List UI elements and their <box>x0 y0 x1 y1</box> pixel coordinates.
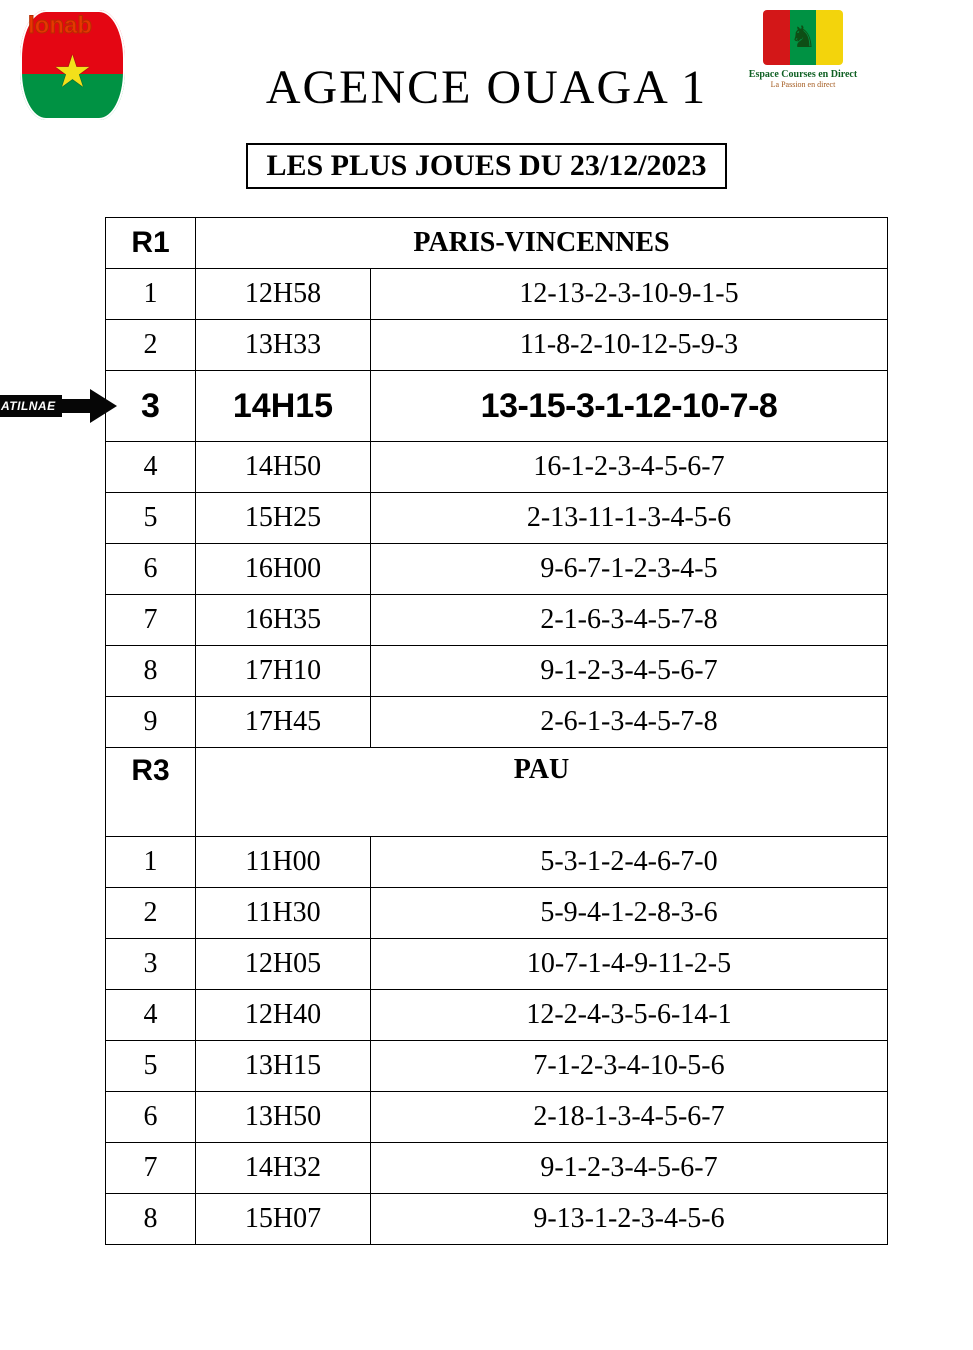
race-row: 616H009-6-7-1-2-3-4-5 <box>106 544 888 595</box>
race-picks: 12-13-2-3-10-9-1-5 <box>371 269 888 320</box>
reunion-code: R1 <box>106 218 196 269</box>
race-row: 213H3311-8-2-10-12-5-9-3 <box>106 320 888 371</box>
race-picks: 12-2-4-3-5-6-14-1 <box>371 990 888 1041</box>
race-number: 4 <box>106 442 196 493</box>
race-time: 12H58 <box>196 269 371 320</box>
race-picks: 5-9-4-1-2-8-3-6 <box>371 888 888 939</box>
race-time: 12H05 <box>196 939 371 990</box>
race-row-highlight: 314H1513-15-3-1-12-10-7-8 <box>106 371 888 442</box>
race-table: R1PARIS-VINCENNES112H5812-13-2-3-10-9-1-… <box>105 217 888 1245</box>
race-row: 111H005-3-1-2-4-6-7-0 <box>106 837 888 888</box>
race-row: 414H5016-1-2-3-4-5-6-7 <box>106 442 888 493</box>
race-picks: 9-1-2-3-4-5-6-7 <box>371 1143 888 1194</box>
venue-name: PAU <box>196 748 888 837</box>
race-time: 14H15 <box>196 371 371 442</box>
race-number: 2 <box>106 888 196 939</box>
ecd-flag-icon: ♞ <box>763 10 843 65</box>
subtitle-box: LES PLUS JOUES DU 23/12/2023 <box>246 143 726 189</box>
race-picks: 9-13-1-2-3-4-5-6 <box>371 1194 888 1245</box>
pointer-arrow: ATILNAE <box>0 386 117 426</box>
race-picks: 9-6-7-1-2-3-4-5 <box>371 544 888 595</box>
arrow-right-icon <box>62 386 117 426</box>
race-number: 4 <box>106 990 196 1041</box>
reunion-code: R3 <box>106 748 196 837</box>
ecd-caption: Espace Courses en Direct <box>743 69 863 80</box>
section-header-row: R3PAU <box>106 748 888 837</box>
ecd-subcaption: La Passion en direct <box>743 80 863 89</box>
race-number: 2 <box>106 320 196 371</box>
race-picks: 2-13-11-1-3-4-5-6 <box>371 493 888 544</box>
race-row: 817H109-1-2-3-4-5-6-7 <box>106 646 888 697</box>
race-row: 112H5812-13-2-3-10-9-1-5 <box>106 269 888 320</box>
race-number: 6 <box>106 1092 196 1143</box>
pointer-label: ATILNAE <box>0 395 62 417</box>
ecd-logo: ♞ Espace Courses en Direct La Passion en… <box>743 10 863 89</box>
race-time: 16H35 <box>196 595 371 646</box>
venue-name: PARIS-VINCENNES <box>196 218 888 269</box>
race-picks: 11-8-2-10-12-5-9-3 <box>371 320 888 371</box>
race-picks: 7-1-2-3-4-10-5-6 <box>371 1041 888 1092</box>
race-number: 1 <box>106 269 196 320</box>
flag-stripe-green: ♞ <box>790 10 817 65</box>
race-time: 11H00 <box>196 837 371 888</box>
race-row: 815H079-13-1-2-3-4-5-6 <box>106 1194 888 1245</box>
race-time: 14H50 <box>196 442 371 493</box>
race-row: 716H352-1-6-3-4-5-7-8 <box>106 595 888 646</box>
race-number: 8 <box>106 1194 196 1245</box>
race-row: 613H502-18-1-3-4-5-6-7 <box>106 1092 888 1143</box>
lonab-wordmark: lonab <box>28 12 92 40</box>
race-picks: 13-15-3-1-12-10-7-8 <box>371 371 888 442</box>
race-time: 13H15 <box>196 1041 371 1092</box>
race-picks: 2-1-6-3-4-5-7-8 <box>371 595 888 646</box>
race-number: 7 <box>106 595 196 646</box>
star-icon: ★ <box>53 46 92 97</box>
race-time: 11H30 <box>196 888 371 939</box>
race-picks: 2-6-1-3-4-5-7-8 <box>371 697 888 748</box>
race-picks: 10-7-1-4-9-11-2-5 <box>371 939 888 990</box>
race-row: 714H329-1-2-3-4-5-6-7 <box>106 1143 888 1194</box>
section-header-row: R1PARIS-VINCENNES <box>106 218 888 269</box>
race-picks: 9-1-2-3-4-5-6-7 <box>371 646 888 697</box>
race-row: 211H305-9-4-1-2-8-3-6 <box>106 888 888 939</box>
flag-stripe-red <box>763 10 790 65</box>
race-number: 1 <box>106 837 196 888</box>
race-number: 5 <box>106 1041 196 1092</box>
race-picks: 5-3-1-2-4-6-7-0 <box>371 837 888 888</box>
race-time: 13H33 <box>196 320 371 371</box>
race-time: 12H40 <box>196 990 371 1041</box>
race-row: 412H4012-2-4-3-5-6-14-1 <box>106 990 888 1041</box>
race-number: 8 <box>106 646 196 697</box>
race-time: 15H25 <box>196 493 371 544</box>
race-number: 5 <box>106 493 196 544</box>
race-number: 3 <box>106 371 196 442</box>
horse-icon: ♞ <box>790 10 817 65</box>
race-time: 17H10 <box>196 646 371 697</box>
flag-stripe-yellow <box>816 10 843 65</box>
subtitle-wrap: LES PLUS JOUES DU 23/12/2023 <box>0 143 973 189</box>
race-picks: 16-1-2-3-4-5-6-7 <box>371 442 888 493</box>
race-table-wrap: R1PARIS-VINCENNES112H5812-13-2-3-10-9-1-… <box>105 217 888 1245</box>
race-number: 3 <box>106 939 196 990</box>
race-time: 14H32 <box>196 1143 371 1194</box>
race-number: 6 <box>106 544 196 595</box>
lonab-logo: ★ lonab <box>20 10 125 120</box>
race-row: 917H452-6-1-3-4-5-7-8 <box>106 697 888 748</box>
race-row: 312H0510-7-1-4-9-11-2-5 <box>106 939 888 990</box>
race-row: 515H252-13-11-1-3-4-5-6 <box>106 493 888 544</box>
race-picks: 2-18-1-3-4-5-6-7 <box>371 1092 888 1143</box>
race-row: 513H157-1-2-3-4-10-5-6 <box>106 1041 888 1092</box>
race-time: 15H07 <box>196 1194 371 1245</box>
race-number: 7 <box>106 1143 196 1194</box>
race-time: 13H50 <box>196 1092 371 1143</box>
race-time: 16H00 <box>196 544 371 595</box>
race-number: 9 <box>106 697 196 748</box>
race-time: 17H45 <box>196 697 371 748</box>
